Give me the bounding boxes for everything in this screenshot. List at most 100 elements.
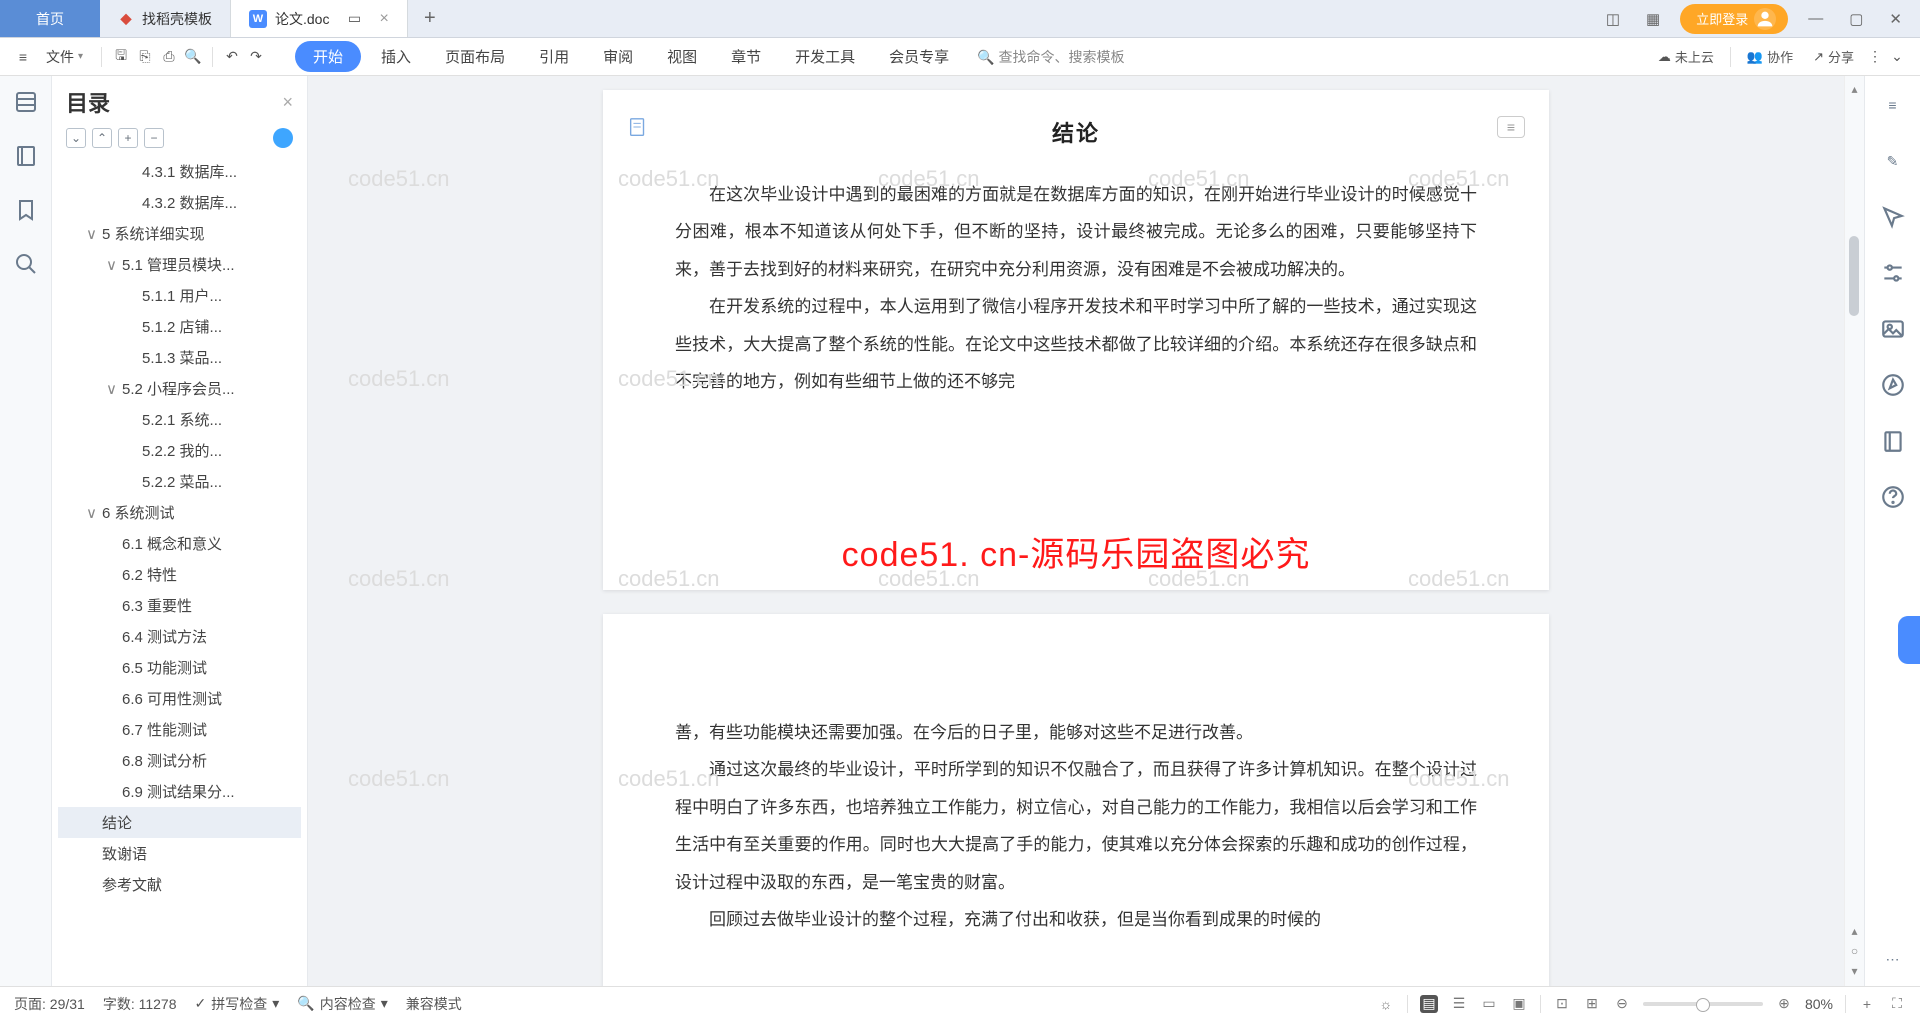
zoom-in-icon[interactable]: ⊕ — [1775, 995, 1793, 1013]
thumbnail-icon[interactable] — [14, 144, 38, 168]
pen-icon[interactable]: ✎ — [1880, 148, 1906, 174]
menu-icon[interactable]: ≡ — [14, 48, 32, 66]
ribbon-tab-view[interactable]: 视图 — [653, 40, 711, 73]
fullscreen-icon[interactable]: ⛶ — [1888, 995, 1906, 1013]
apps-icon[interactable]: ▦ — [1640, 10, 1666, 28]
expand-all-icon[interactable]: ⌃ — [92, 128, 112, 148]
help-icon[interactable] — [1880, 484, 1906, 510]
word-count[interactable]: 字数: 11278 — [103, 994, 177, 1014]
ribbon-tab-references[interactable]: 引用 — [525, 40, 583, 73]
book-icon[interactable] — [1880, 428, 1906, 454]
command-search[interactable]: 🔍 查找命令、搜索模板 — [977, 47, 1124, 67]
image-icon[interactable] — [1880, 316, 1906, 342]
outline-item[interactable]: 5.2.2 菜品... — [58, 466, 301, 497]
search-icon[interactable] — [14, 252, 38, 276]
document-canvas[interactable]: ≡ 结论 在这次毕业设计中遇到的最困难的方面就是在数据库方面的知识，在刚开始进行… — [308, 76, 1844, 986]
collaborate-button[interactable]: 👥 协作 — [1739, 43, 1801, 70]
collapse-ribbon-icon[interactable]: ⌄ — [1888, 48, 1906, 66]
collapse-all-icon[interactable]: ⌄ — [66, 128, 86, 148]
scroll-marker-icon[interactable]: ○ — [1851, 944, 1858, 958]
brightness-icon[interactable]: ☼ — [1377, 995, 1395, 1013]
zoom-level[interactable]: 80% — [1805, 996, 1833, 1012]
more-icon[interactable]: ⋮ — [1866, 48, 1884, 66]
close-outline-icon[interactable]: × — [282, 92, 293, 113]
scroll-prev-icon[interactable]: ▴ — [1851, 924, 1857, 938]
preview-icon[interactable]: 🔍 — [184, 48, 202, 66]
outline-settings-icon[interactable] — [273, 128, 293, 148]
outline-item[interactable]: ∨5 系统详细实现 — [58, 218, 301, 249]
outline-item[interactable]: ∨5.2 小程序会员... — [58, 373, 301, 404]
outline-item[interactable]: 5.2.2 我的... — [58, 435, 301, 466]
view-outline-icon[interactable]: ☰ — [1450, 995, 1468, 1013]
outline-item[interactable]: 6.8 测试分析 — [58, 745, 301, 776]
outline-item[interactable]: 参考文献 — [58, 869, 301, 900]
outline-item[interactable]: 6.7 性能测试 — [58, 714, 301, 745]
outline-item[interactable]: 6.4 测试方法 — [58, 621, 301, 652]
outline-item[interactable]: 结论 — [58, 807, 301, 838]
export-icon[interactable]: ⎘ — [136, 48, 154, 66]
tab-device-icon[interactable]: ▭ — [345, 10, 363, 28]
scroll-next-icon[interactable]: ▾ — [1851, 964, 1857, 978]
close-window-button[interactable]: ✕ — [1883, 10, 1908, 28]
outline-item[interactable]: 5.2.1 系统... — [58, 404, 301, 435]
view-read-icon[interactable]: ▣ — [1510, 995, 1528, 1013]
print-icon[interactable]: ⎙ — [160, 48, 178, 66]
outline-item[interactable]: 5.1.2 店铺... — [58, 311, 301, 342]
ribbon-tab-review[interactable]: 审阅 — [589, 40, 647, 73]
outline-item[interactable]: 6.6 可用性测试 — [58, 683, 301, 714]
remove-item-icon[interactable]: − — [144, 128, 164, 148]
maximize-button[interactable]: ▢ — [1843, 10, 1869, 28]
zoom-out-icon[interactable]: ⊖ — [1613, 995, 1631, 1013]
spell-check-button[interactable]: ✓ 拼写检查 ▾ — [195, 994, 280, 1014]
scroll-up-icon[interactable]: ▴ — [1845, 82, 1864, 96]
ribbon-tab-start[interactable]: 开始 — [295, 41, 361, 72]
scrollbar[interactable]: ▴ ▴ ○ ▾ — [1844, 76, 1864, 986]
add-item-icon[interactable]: + — [118, 128, 138, 148]
outline-item[interactable]: 致谢语 — [58, 838, 301, 869]
ribbon-tab-sections[interactable]: 章节 — [717, 40, 775, 73]
file-menu[interactable]: 文件 ▾ — [38, 43, 91, 71]
bookmark-icon[interactable] — [14, 198, 38, 222]
share-button[interactable]: ↗ 分享 — [1805, 43, 1862, 70]
outline-item[interactable]: ∨5.1 管理员模块... — [58, 249, 301, 280]
cloud-button[interactable]: ☁ 未上云 — [1650, 43, 1722, 70]
outline-item[interactable]: 6.9 测试结果分... — [58, 776, 301, 807]
minimize-button[interactable]: — — [1802, 10, 1829, 27]
more-tools-icon[interactable]: ⋯ — [1880, 946, 1906, 972]
tab-home[interactable]: 首页 — [0, 0, 100, 37]
undo-icon[interactable]: ↶ — [223, 48, 241, 66]
page-menu-icon[interactable]: ≡ — [1497, 116, 1525, 138]
compass-icon[interactable] — [1880, 372, 1906, 398]
compat-mode[interactable]: 兼容模式 — [406, 994, 462, 1014]
outline-item[interactable]: ∨6 系统测试 — [58, 497, 301, 528]
side-panel-tab[interactable] — [1898, 616, 1920, 664]
outline-item[interactable]: 5.1.1 用户... — [58, 280, 301, 311]
content-check-button[interactable]: 🔍 内容检查 ▾ — [297, 994, 387, 1014]
outline-item[interactable]: 4.3.2 数据库... — [58, 187, 301, 218]
login-button[interactable]: 立即登录 — [1680, 4, 1788, 34]
outline-toggle-icon[interactable] — [14, 90, 38, 114]
ribbon-tab-insert[interactable]: 插入 — [367, 40, 425, 73]
layout-icon[interactable]: ◫ — [1600, 10, 1626, 28]
tab-document[interactable]: W 论文.doc ▭ × — [231, 0, 408, 37]
redo-icon[interactable]: ↷ — [247, 48, 265, 66]
ribbon-tab-developer[interactable]: 开发工具 — [781, 40, 869, 73]
settings-slider-icon[interactable] — [1880, 260, 1906, 286]
zoom-slider[interactable] — [1643, 1002, 1763, 1006]
page-options-icon[interactable] — [627, 116, 649, 138]
new-tab-button[interactable]: + — [408, 0, 452, 37]
outline-item[interactable]: 6.3 重要性 — [58, 590, 301, 621]
outline-item[interactable]: 6.2 特性 — [58, 559, 301, 590]
outline-item[interactable]: 5.1.3 菜品... — [58, 342, 301, 373]
ribbon-tab-layout[interactable]: 页面布局 — [431, 40, 519, 73]
outline-item[interactable]: 6.1 概念和意义 — [58, 528, 301, 559]
view-web-icon[interactable]: ▭ — [1480, 995, 1498, 1013]
view-page-icon[interactable]: ▤ — [1420, 995, 1438, 1013]
close-icon[interactable]: × — [379, 10, 388, 28]
layout-grid-icon[interactable]: ⊞ — [1583, 995, 1601, 1013]
ribbon-tab-member[interactable]: 会员专享 — [875, 40, 963, 73]
outline-item[interactable]: 6.5 功能测试 — [58, 652, 301, 683]
page-indicator[interactable]: 页面: 29/31 — [14, 994, 85, 1014]
save-icon[interactable]: 🖫 — [112, 48, 130, 66]
cursor-icon[interactable] — [1880, 204, 1906, 230]
